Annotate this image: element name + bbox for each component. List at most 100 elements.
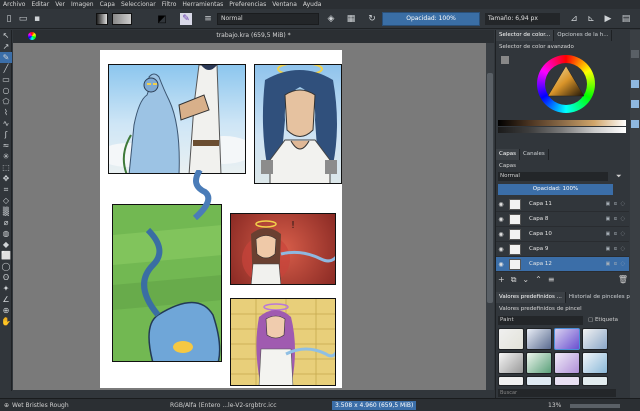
rectangle-tool-icon[interactable]: ▭ (0, 74, 12, 85)
fg-bg-color-icon[interactable]: ◩ (156, 13, 168, 25)
opacity-slider[interactable]: Opacidad: 100% (382, 12, 480, 26)
preset-thumb-5[interactable] (498, 352, 524, 374)
layer-flags-icon[interactable]: ▣ α ◌ (605, 201, 626, 207)
tab-layers[interactable]: Capas (496, 149, 520, 160)
tab-channels[interactable]: Canales (520, 149, 549, 160)
menu-capa[interactable]: Capa (97, 1, 118, 8)
line-tool-icon[interactable]: ╱ (0, 63, 12, 74)
workspace-icon[interactable]: ▤ (620, 13, 632, 25)
layer-opacity-slider[interactable]: Opacidad: 100% (498, 184, 613, 195)
tab-brush-presets[interactable]: Valores predefinidos ... (496, 292, 566, 303)
mirror-vertical-icon[interactable]: ⊾ (585, 13, 597, 25)
preset-thumb-12[interactable] (582, 376, 608, 386)
add-layer-icon[interactable]: + (498, 275, 505, 284)
layer-flags-icon[interactable]: ▣ α ◌ (605, 261, 626, 267)
status-brush-name[interactable]: Wet Bristles Rough (12, 402, 69, 409)
layer-blend-mode-select[interactable]: Normal (498, 172, 608, 181)
blend-mode-select[interactable]: Normal (217, 13, 319, 25)
grayscale-strip[interactable] (498, 127, 626, 133)
brush-size-slider[interactable]: Tamaño: 6,94 px (485, 13, 560, 25)
preset-thumb-9[interactable] (498, 376, 524, 386)
strip-color-swatch-3[interactable] (631, 120, 639, 128)
status-image-dimensions[interactable]: 3.508 x 4.960 (659,5 MiB) (332, 401, 417, 410)
multibrush-icon[interactable]: ✳ (0, 151, 12, 162)
layer-row-capa-11[interactable]: ◉ Capa 11 ▣ α ◌ (496, 197, 629, 212)
visibility-eye-icon[interactable]: ◉ (496, 231, 506, 238)
layer-row-capa-12[interactable]: ◉ Capa 12 ▣ α ◌ (496, 257, 629, 272)
menu-archivo[interactable]: Archivo (0, 1, 28, 8)
open-folder-icon[interactable]: ▭ (17, 13, 29, 25)
play-icon[interactable]: ▶ (602, 13, 614, 25)
visibility-eye-icon[interactable]: ◉ (496, 246, 506, 253)
layer-row-capa-8[interactable]: ◉ Capa 8 ▣ α ◌ (496, 212, 629, 227)
layer-row-capa-9[interactable]: ◉ Capa 9 ▣ α ◌ (496, 242, 629, 257)
preset-thumb-6[interactable] (526, 352, 552, 374)
pan-tool-icon[interactable]: ✋ (0, 316, 12, 327)
color-triangle[interactable] (545, 63, 587, 105)
status-color-profile[interactable]: RGB/Alfa (Entero ...le-V2-srgbtrc.icc (170, 402, 277, 409)
gradient-swatch[interactable] (96, 13, 108, 25)
ellipse-select-icon[interactable]: ◯ (0, 261, 12, 272)
menu-preferencias[interactable]: Preferencias (226, 1, 269, 8)
tab-tool-options[interactable]: Opciones de la h... (554, 30, 613, 41)
assistant-tool-icon[interactable]: ◇ (0, 195, 12, 206)
filter-icon[interactable]: ⏷ (616, 172, 622, 181)
strip-button-1[interactable] (631, 50, 639, 58)
scrollbar-thumb[interactable] (487, 73, 493, 303)
rect-select-icon[interactable]: ⬜ (0, 250, 12, 261)
color-picker-icon[interactable]: ⌀ (0, 217, 12, 228)
text-tool-icon[interactable]: ↗ (0, 41, 12, 52)
menu-herramientas[interactable]: Herramientas (179, 1, 226, 8)
comic-page[interactable]: ! (100, 50, 342, 388)
layer-flags-icon[interactable]: ▣ α ◌ (605, 216, 626, 222)
freehand-path-icon[interactable]: ʃ (0, 129, 12, 140)
menu-ayuda[interactable]: Ayuda (300, 1, 325, 8)
brush-settings-icon[interactable]: ≡ (202, 13, 214, 25)
color-wheel[interactable] (537, 55, 595, 113)
preset-thumb-7[interactable] (554, 352, 580, 374)
tab-color-selector[interactable]: Selector de color... (496, 30, 555, 41)
dynamic-brush-icon[interactable]: ≈ (0, 140, 12, 151)
menu-filtro[interactable]: Filtro (159, 1, 180, 8)
preset-thumb-2[interactable] (526, 328, 552, 350)
visibility-eye-icon[interactable]: ◉ (496, 216, 506, 223)
mirror-horizontal-icon[interactable]: ⊿ (568, 13, 580, 25)
crop-tool-icon[interactable]: ⌗ (0, 184, 12, 195)
transform-tool-icon[interactable]: ⬚ (0, 162, 12, 173)
menu-seleccionar[interactable]: Seleccionar (118, 1, 159, 8)
reload-preset-icon[interactable]: ↻ (366, 13, 378, 25)
preset-thumb-11[interactable] (554, 376, 580, 386)
zoom-slider[interactable] (570, 404, 620, 408)
strip-color-swatch-1[interactable] (631, 80, 639, 88)
preset-thumb-8[interactable] (582, 352, 608, 374)
layer-flags-icon[interactable]: ▣ α ◌ (605, 246, 626, 252)
preset-thumb-1[interactable] (498, 328, 524, 350)
delete-layer-icon[interactable]: 🗑 (618, 275, 628, 284)
color-history-strip[interactable] (498, 120, 626, 126)
polyline-tool-icon[interactable]: ⌇ (0, 107, 12, 118)
document-title[interactable]: trabajo.kra (659,5 MiB) * (13, 32, 494, 39)
gradient-tool-icon[interactable]: ▒ (0, 206, 12, 217)
save-icon[interactable]: ▪ (31, 13, 43, 25)
fill-tool-icon[interactable]: ◆ (0, 239, 12, 250)
pattern-swatch[interactable] (112, 13, 132, 25)
preset-tag-filter-select[interactable]: Paint (498, 316, 583, 325)
freehand-brush-icon[interactable]: ✎ (0, 52, 12, 63)
strip-color-swatch-2[interactable] (631, 100, 639, 108)
polygon-tool-icon[interactable]: ⬠ (0, 96, 12, 107)
new-document-icon[interactable]: ▯ (3, 13, 15, 25)
canvas-vertical-scrollbar[interactable] (486, 43, 494, 390)
menu-ver[interactable]: Ver (52, 1, 68, 8)
preset-thumb-10[interactable] (526, 376, 552, 386)
ellipse-tool-icon[interactable]: ○ (0, 85, 12, 96)
measure-tool-icon[interactable]: ∠ (0, 294, 12, 305)
status-zoom[interactable]: 13% (548, 402, 561, 409)
duplicate-layer-icon[interactable]: ⧉ (511, 275, 517, 285)
color-settings-icon[interactable] (501, 56, 509, 64)
move-layer-up-icon[interactable]: ⌃ (535, 275, 542, 284)
preset-search-input[interactable]: Buscar (498, 389, 616, 397)
move-layer-down-icon[interactable]: ⌄ (522, 275, 529, 284)
move-tool-icon[interactable]: ✥ (0, 173, 12, 184)
menu-imagen[interactable]: Imagen (68, 1, 97, 8)
zoom-tool-icon[interactable]: ⊕ (0, 305, 12, 316)
